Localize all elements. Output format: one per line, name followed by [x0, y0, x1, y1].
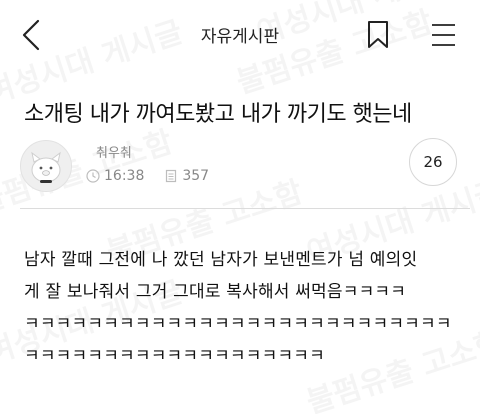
post-body-line: ㅋㅋㅋㅋㅋㅋㅋㅋㅋㅋㅋㅋㅋㅋㅋㅋㅋㅋㅋㅋㅋㅋㅋㅋㅋㅋㅋ	[24, 314, 452, 334]
post-body-line: 게 잘 보나줘서 그거 그대로 복사해서 써먹음ㅋㅋㅋㅋ	[24, 282, 407, 302]
view-count: 357	[182, 168, 210, 184]
board-title: 자유게시판	[200, 27, 280, 47]
top-navigation-bar: 자유게시판	[0, 0, 480, 70]
author-name[interactable]: 춰우춰	[96, 142, 132, 161]
divider	[20, 208, 470, 209]
avatar[interactable]	[20, 140, 72, 192]
document-icon	[166, 169, 177, 183]
clock-icon	[86, 169, 100, 183]
pig-avatar-icon	[31, 151, 61, 183]
post-time: 16:38	[104, 168, 145, 184]
post-title: 소개팅 내가 까여도봤고 내가 까기도 햇는네	[24, 102, 412, 127]
post-meta: 16:38 357	[86, 166, 229, 186]
menu-button[interactable]	[428, 22, 458, 48]
bookmark-button[interactable]	[366, 20, 390, 50]
post-body-line: 남자 깔때 그전에 나 깠던 남자가 보낸멘트가 넘 예의잇	[24, 250, 418, 270]
post-body-line: ㅋㅋㅋㅋㅋㅋㅋㅋㅋㅋㅋㅋㅋㅋㅋㅋㅋㅋㅋ	[24, 346, 325, 366]
bookmark-icon	[368, 21, 388, 48]
comment-count-button[interactable]: 26	[409, 138, 457, 186]
post-body: 남자 깔때 그전에 나 깠던 남자가 보낸멘트가 넘 예의잇 게 잘 보나줘서 …	[24, 244, 464, 372]
hamburger-menu-icon	[432, 24, 455, 46]
